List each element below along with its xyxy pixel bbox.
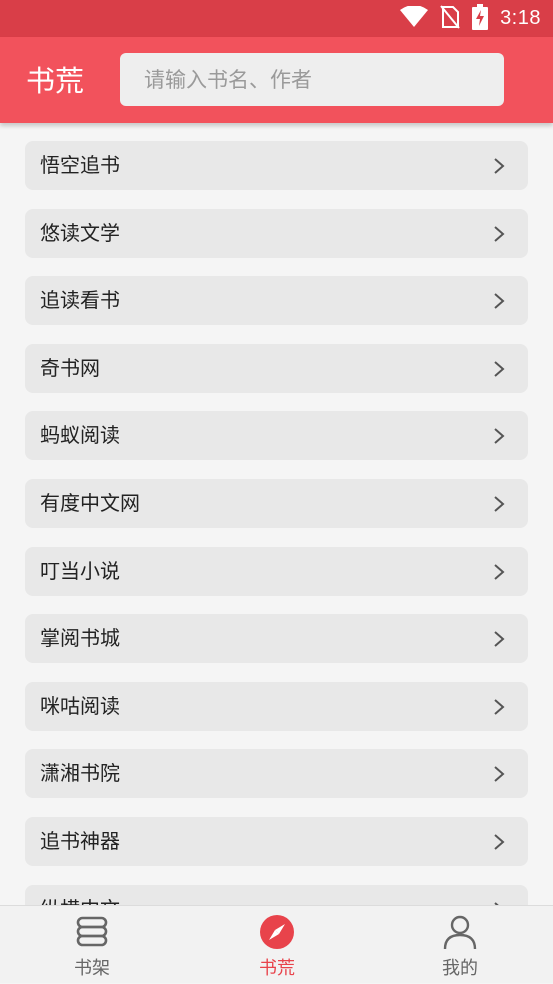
chevron-right-icon	[494, 564, 505, 580]
compass-icon	[260, 915, 294, 949]
list-item[interactable]: 叮当小说	[25, 547, 528, 596]
chevron-right-icon	[494, 428, 505, 444]
wifi-icon	[400, 4, 429, 32]
battery-charging-icon	[472, 3, 489, 34]
list-item-label: 掌阅书城	[40, 626, 120, 650]
chevron-right-icon	[494, 226, 505, 242]
chevron-right-icon	[494, 361, 505, 377]
list-item[interactable]: 悠读文学	[25, 209, 528, 258]
person-icon	[443, 915, 477, 950]
chevron-right-icon	[494, 158, 505, 174]
list-item[interactable]: 纵横中文	[25, 885, 528, 905]
list-item-label: 奇书网	[40, 356, 100, 380]
tab-discover[interactable]: 书荒	[217, 906, 337, 984]
bookshelf-icon	[76, 916, 108, 947]
search-input[interactable]	[144, 67, 504, 92]
list-item[interactable]: 悟空追书	[25, 141, 528, 190]
chevron-right-icon	[494, 766, 505, 782]
list-item[interactable]: 潇湘书院	[25, 749, 528, 798]
tab-label: 我的	[442, 958, 478, 979]
tab-bookshelf[interactable]: 书架	[32, 906, 152, 984]
list-item-label: 悟空追书	[40, 153, 120, 177]
chevron-right-icon	[494, 834, 505, 850]
list-item[interactable]: 掌阅书城	[25, 614, 528, 663]
list-item-label: 纵横中文	[40, 885, 120, 905]
list-item[interactable]: 有度中文网	[25, 479, 528, 528]
bottom-tab-bar: 书架 书荒 我的	[0, 905, 553, 983]
status-icons: 3:18	[400, 0, 541, 37]
app-header: 书荒	[0, 37, 553, 123]
list-item-label: 悠读文学	[40, 221, 120, 245]
chevron-right-icon	[494, 699, 505, 715]
list-item-label: 叮当小说	[40, 559, 120, 583]
list-item-label: 追书神器	[40, 829, 120, 853]
chevron-right-icon	[494, 496, 505, 512]
list-item[interactable]: 追书神器	[25, 817, 528, 866]
list-item[interactable]: 追读看书	[25, 276, 528, 325]
list-item[interactable]: 奇书网	[25, 344, 528, 393]
page-title: 书荒	[26, 64, 85, 98]
status-time: 3:18	[500, 7, 541, 29]
search-box[interactable]	[120, 53, 504, 106]
list-item-label: 潇湘书院	[40, 761, 120, 785]
list-item-label: 有度中文网	[40, 491, 140, 515]
status-bar: 3:18	[0, 0, 553, 37]
tab-label: 书架	[74, 958, 110, 979]
chevron-right-icon	[494, 631, 505, 647]
list-item[interactable]: 咪咕阅读	[25, 682, 528, 731]
tab-label: 书荒	[259, 958, 295, 979]
tab-profile[interactable]: 我的	[400, 906, 520, 984]
list-item-label: 追读看书	[40, 288, 120, 312]
no-sim-icon	[440, 4, 460, 33]
list-item-label: 蚂蚁阅读	[40, 423, 120, 447]
source-list: 悟空追书 悠读文学 追读看书 奇书网 蚂蚁阅读 有度中文网 叮当小说 掌阅书城 …	[0, 123, 553, 905]
list-item-label: 咪咕阅读	[40, 694, 120, 718]
list-item[interactable]: 蚂蚁阅读	[25, 411, 528, 460]
chevron-right-icon	[494, 293, 505, 309]
